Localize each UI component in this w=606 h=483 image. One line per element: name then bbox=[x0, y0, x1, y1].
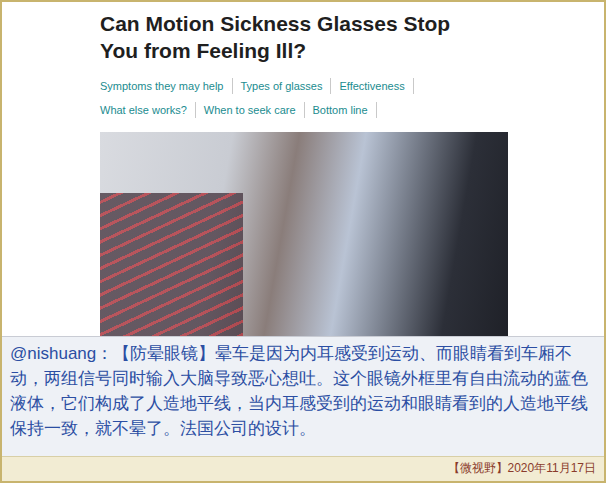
article-title: Can Motion Sickness Glasses StopYou from… bbox=[100, 10, 508, 64]
caption-author[interactable]: @nishuang： bbox=[10, 344, 113, 363]
title-line: Can Motion Sickness Glasses Stop bbox=[100, 10, 508, 37]
article-nav: Symptoms they may helpTypes of glassesEf… bbox=[100, 78, 508, 118]
nav-link[interactable]: Effectiveness bbox=[331, 78, 413, 94]
source-footer: 【微视野】2020年11月17日 bbox=[2, 456, 604, 481]
nav-link[interactable]: When to seek care bbox=[196, 102, 305, 118]
nav-link[interactable]: What else works? bbox=[100, 102, 196, 118]
article-screenshot: Can Motion Sickness Glasses StopYou from… bbox=[2, 2, 604, 336]
nav-row: Symptoms they may helpTypes of glassesEf… bbox=[100, 78, 508, 94]
photo-background bbox=[100, 193, 243, 336]
caption-text: @nishuang：【防晕眼镜】晕车是因为内耳感受到运动、而眼睛看到车厢不动，两… bbox=[10, 341, 596, 441]
post-frame: Can Motion Sickness Glasses StopYou from… bbox=[0, 0, 606, 483]
nav-link[interactable]: Symptoms they may help bbox=[100, 78, 233, 94]
title-line: You from Feeling Ill? bbox=[100, 37, 508, 64]
nav-link[interactable]: Types of glasses bbox=[233, 78, 332, 94]
article-photo bbox=[100, 132, 508, 336]
nav-link[interactable]: Bottom line bbox=[305, 102, 377, 118]
caption-box: @nishuang：【防晕眼镜】晕车是因为内耳感受到运动、而眼睛看到车厢不动，两… bbox=[2, 336, 604, 456]
source-label: 【微视野】2020年11月17日 bbox=[448, 460, 597, 478]
nav-row: What else works?When to seek careBottom … bbox=[100, 102, 508, 118]
